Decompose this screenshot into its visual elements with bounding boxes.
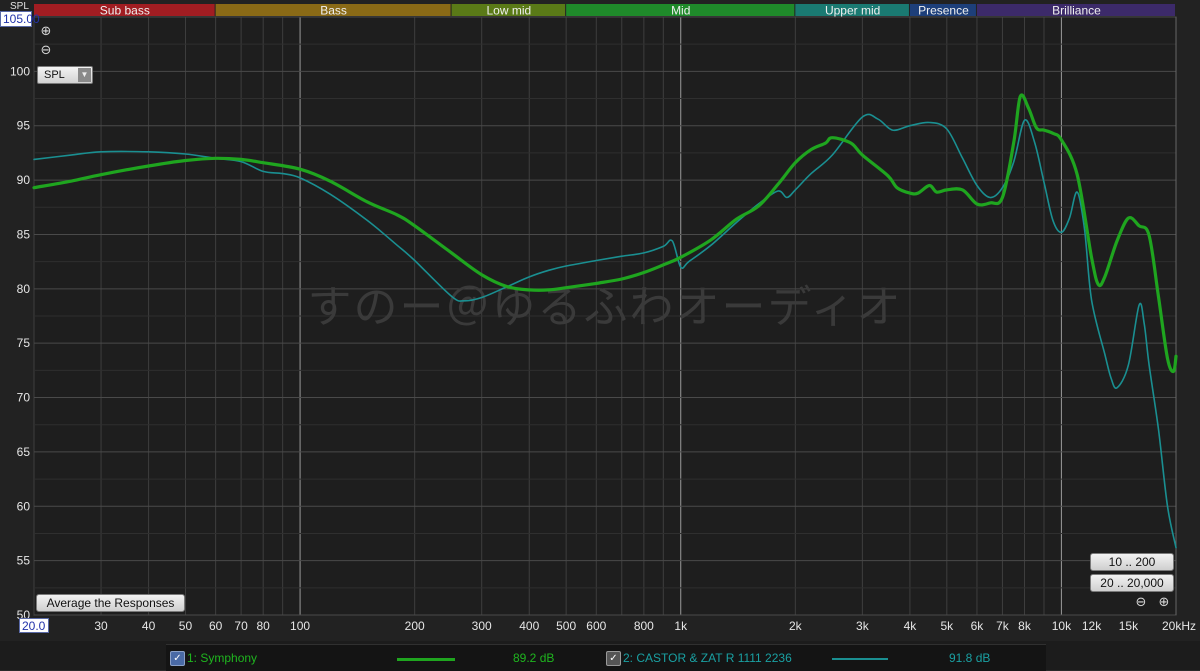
band-label-4: Upper mid bbox=[825, 4, 880, 18]
x-tick-23: 12k bbox=[1082, 619, 1102, 633]
x-tick-8: 200 bbox=[405, 619, 425, 633]
zoom-out-x-icon[interactable]: ⊖ bbox=[1134, 596, 1148, 610]
legend-value-1: 89.2 dB bbox=[513, 651, 555, 665]
legend-checkbox-2[interactable]: ✓ bbox=[606, 651, 621, 666]
band-label-5: Presence bbox=[918, 4, 969, 18]
x-tick-19: 6k bbox=[971, 619, 985, 633]
y-tick-2: 90 bbox=[17, 173, 31, 187]
y-tick-5: 75 bbox=[17, 336, 31, 350]
band-label-3: Mid bbox=[671, 4, 690, 18]
y-tick-6: 70 bbox=[17, 391, 31, 405]
band-label-1: Bass bbox=[320, 4, 347, 18]
x-tick-16: 3k bbox=[856, 619, 870, 633]
x-tick-15: 2k bbox=[789, 619, 803, 633]
x-tick-21: 8k bbox=[1018, 619, 1032, 633]
legend-label-2: 2: CASTOR & ZAT R 1111 2236 bbox=[623, 651, 792, 665]
x-tick-9: 300 bbox=[472, 619, 492, 633]
band-label-0: Sub bass bbox=[100, 4, 150, 18]
x-tick-24: 15k bbox=[1119, 619, 1139, 633]
range-10-200-button[interactable]: 10 .. 200 bbox=[1090, 553, 1174, 571]
legend-value-2: 91.8 dB bbox=[949, 651, 991, 665]
spl-dropdown[interactable]: SPL ▼ bbox=[37, 66, 93, 84]
x-tick-5: 70 bbox=[234, 619, 248, 633]
y-tick-1: 95 bbox=[17, 119, 31, 133]
spl-dropdown-label: SPL bbox=[44, 69, 65, 81]
band-label-6: Brilliance bbox=[1052, 4, 1101, 18]
x-tick-6: 80 bbox=[257, 619, 271, 633]
watermark-text: すのー＠ゆるふわオーディオ bbox=[308, 282, 903, 333]
chevron-down-icon: ▼ bbox=[78, 68, 91, 82]
legend-swatch-2 bbox=[832, 658, 888, 660]
y-tick-3: 85 bbox=[17, 227, 31, 241]
zoom-in-icon[interactable]: ⊕ bbox=[39, 25, 53, 39]
x-tick-1: 30 bbox=[94, 619, 108, 633]
x-min-input[interactable]: 20.0 bbox=[19, 618, 49, 633]
x-tick-7: 100 bbox=[290, 619, 310, 633]
legend-panel: ✓ 1: Symphony 89.2 dB ✓ 2: CASTOR & ZAT … bbox=[166, 644, 1046, 671]
x-tick-18: 5k bbox=[940, 619, 954, 633]
zoom-out-icon[interactable]: ⊖ bbox=[39, 44, 53, 58]
band-label-2: Low mid bbox=[487, 4, 532, 18]
frequency-response-app: Sub bass Bass Low mid Mid Upper mid Presence B… bbox=[0, 0, 1200, 671]
range-20-20000-button[interactable]: 20 .. 20,000 bbox=[1090, 574, 1174, 592]
x-tick-22: 10k bbox=[1052, 619, 1072, 633]
legend-swatch-1 bbox=[397, 658, 455, 661]
x-tick-11: 500 bbox=[556, 619, 576, 633]
x-tick-12: 600 bbox=[586, 619, 606, 633]
x-tick-4: 60 bbox=[209, 619, 223, 633]
x-tick-14: 1k bbox=[674, 619, 688, 633]
x-tick-13: 800 bbox=[634, 619, 654, 633]
y-tick-7: 65 bbox=[17, 445, 31, 459]
frequency-response-chart: Sub bass Bass Low mid Mid Upper mid Presence B… bbox=[0, 0, 1200, 670]
y-tick-0: 100 bbox=[10, 64, 30, 78]
y-tick-9: 55 bbox=[17, 554, 31, 568]
legend-label-1: 1: Symphony bbox=[187, 651, 258, 665]
y-max-input[interactable]: 105.00 bbox=[0, 11, 40, 27]
y-tick-8: 60 bbox=[17, 499, 31, 513]
x-tick-17: 4k bbox=[904, 619, 918, 633]
x-tick-20: 7k bbox=[996, 619, 1010, 633]
x-tick-3: 50 bbox=[179, 619, 193, 633]
x-tick-10: 400 bbox=[519, 619, 539, 633]
x-tick-25: 20kHz bbox=[1162, 619, 1196, 633]
average-responses-button[interactable]: Average the Responses bbox=[36, 594, 185, 612]
y-tick-4: 80 bbox=[17, 282, 31, 296]
legend-checkbox-1[interactable]: ✓ bbox=[170, 651, 185, 666]
x-tick-2: 40 bbox=[142, 619, 156, 633]
zoom-in-x-icon[interactable]: ⊕ bbox=[1157, 596, 1171, 610]
